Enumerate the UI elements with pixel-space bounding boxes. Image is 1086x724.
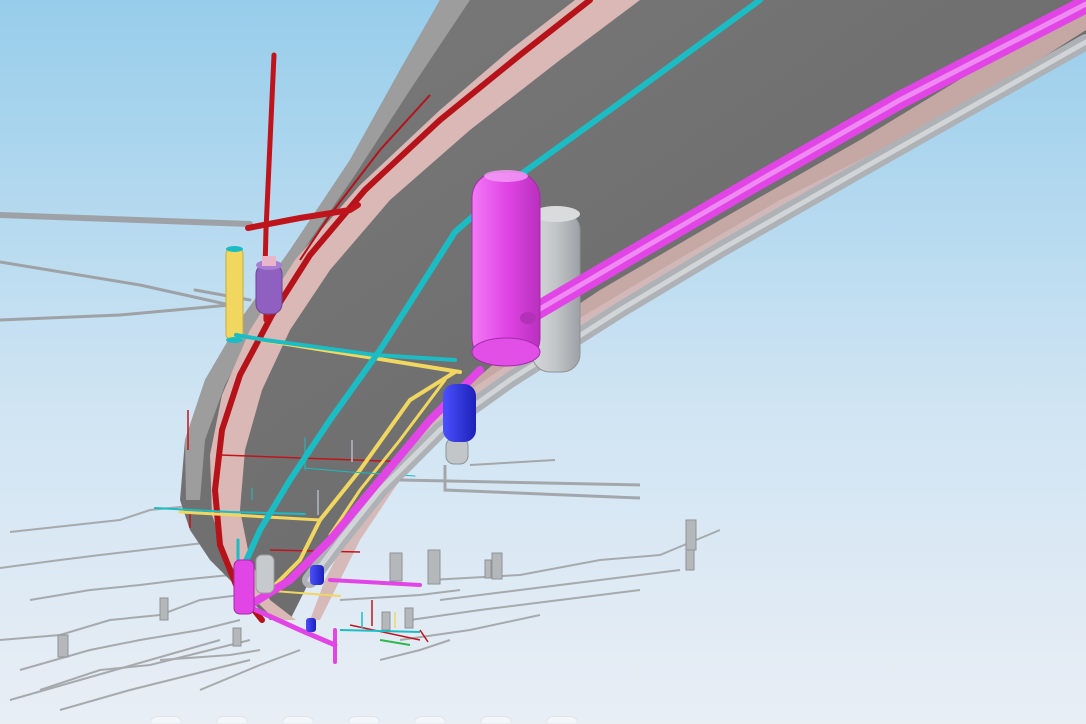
- ventilation-fan-cylinder[interactable]: [471, 170, 541, 367]
- ventilation-riser-lower[interactable]: [233, 559, 255, 615]
- view-control-6[interactable]: [480, 716, 512, 723]
- drainage-pump-upper[interactable]: [443, 384, 476, 442]
- view-control-1[interactable]: [150, 716, 182, 723]
- lower-grey-cylinder[interactable]: [255, 554, 275, 594]
- 3d-scene-canvas[interactable]: [0, 0, 1086, 724]
- model-viewport[interactable]: [0, 0, 1086, 724]
- drainage-pump-lower[interactable]: [310, 565, 324, 585]
- view-control-7[interactable]: [546, 716, 578, 723]
- view-control-3[interactable]: [282, 716, 314, 723]
- view-control-5[interactable]: [414, 716, 446, 723]
- view-control-4[interactable]: [348, 716, 380, 723]
- storage-tank[interactable]: [255, 256, 283, 315]
- view-controls-strip[interactable]: [150, 716, 650, 724]
- view-control-2[interactable]: [216, 716, 248, 723]
- drainage-pump-lower-2[interactable]: [306, 618, 316, 632]
- ventilation-duct-end-cap: [520, 312, 536, 324]
- power-junction-cylinder[interactable]: [225, 246, 244, 343]
